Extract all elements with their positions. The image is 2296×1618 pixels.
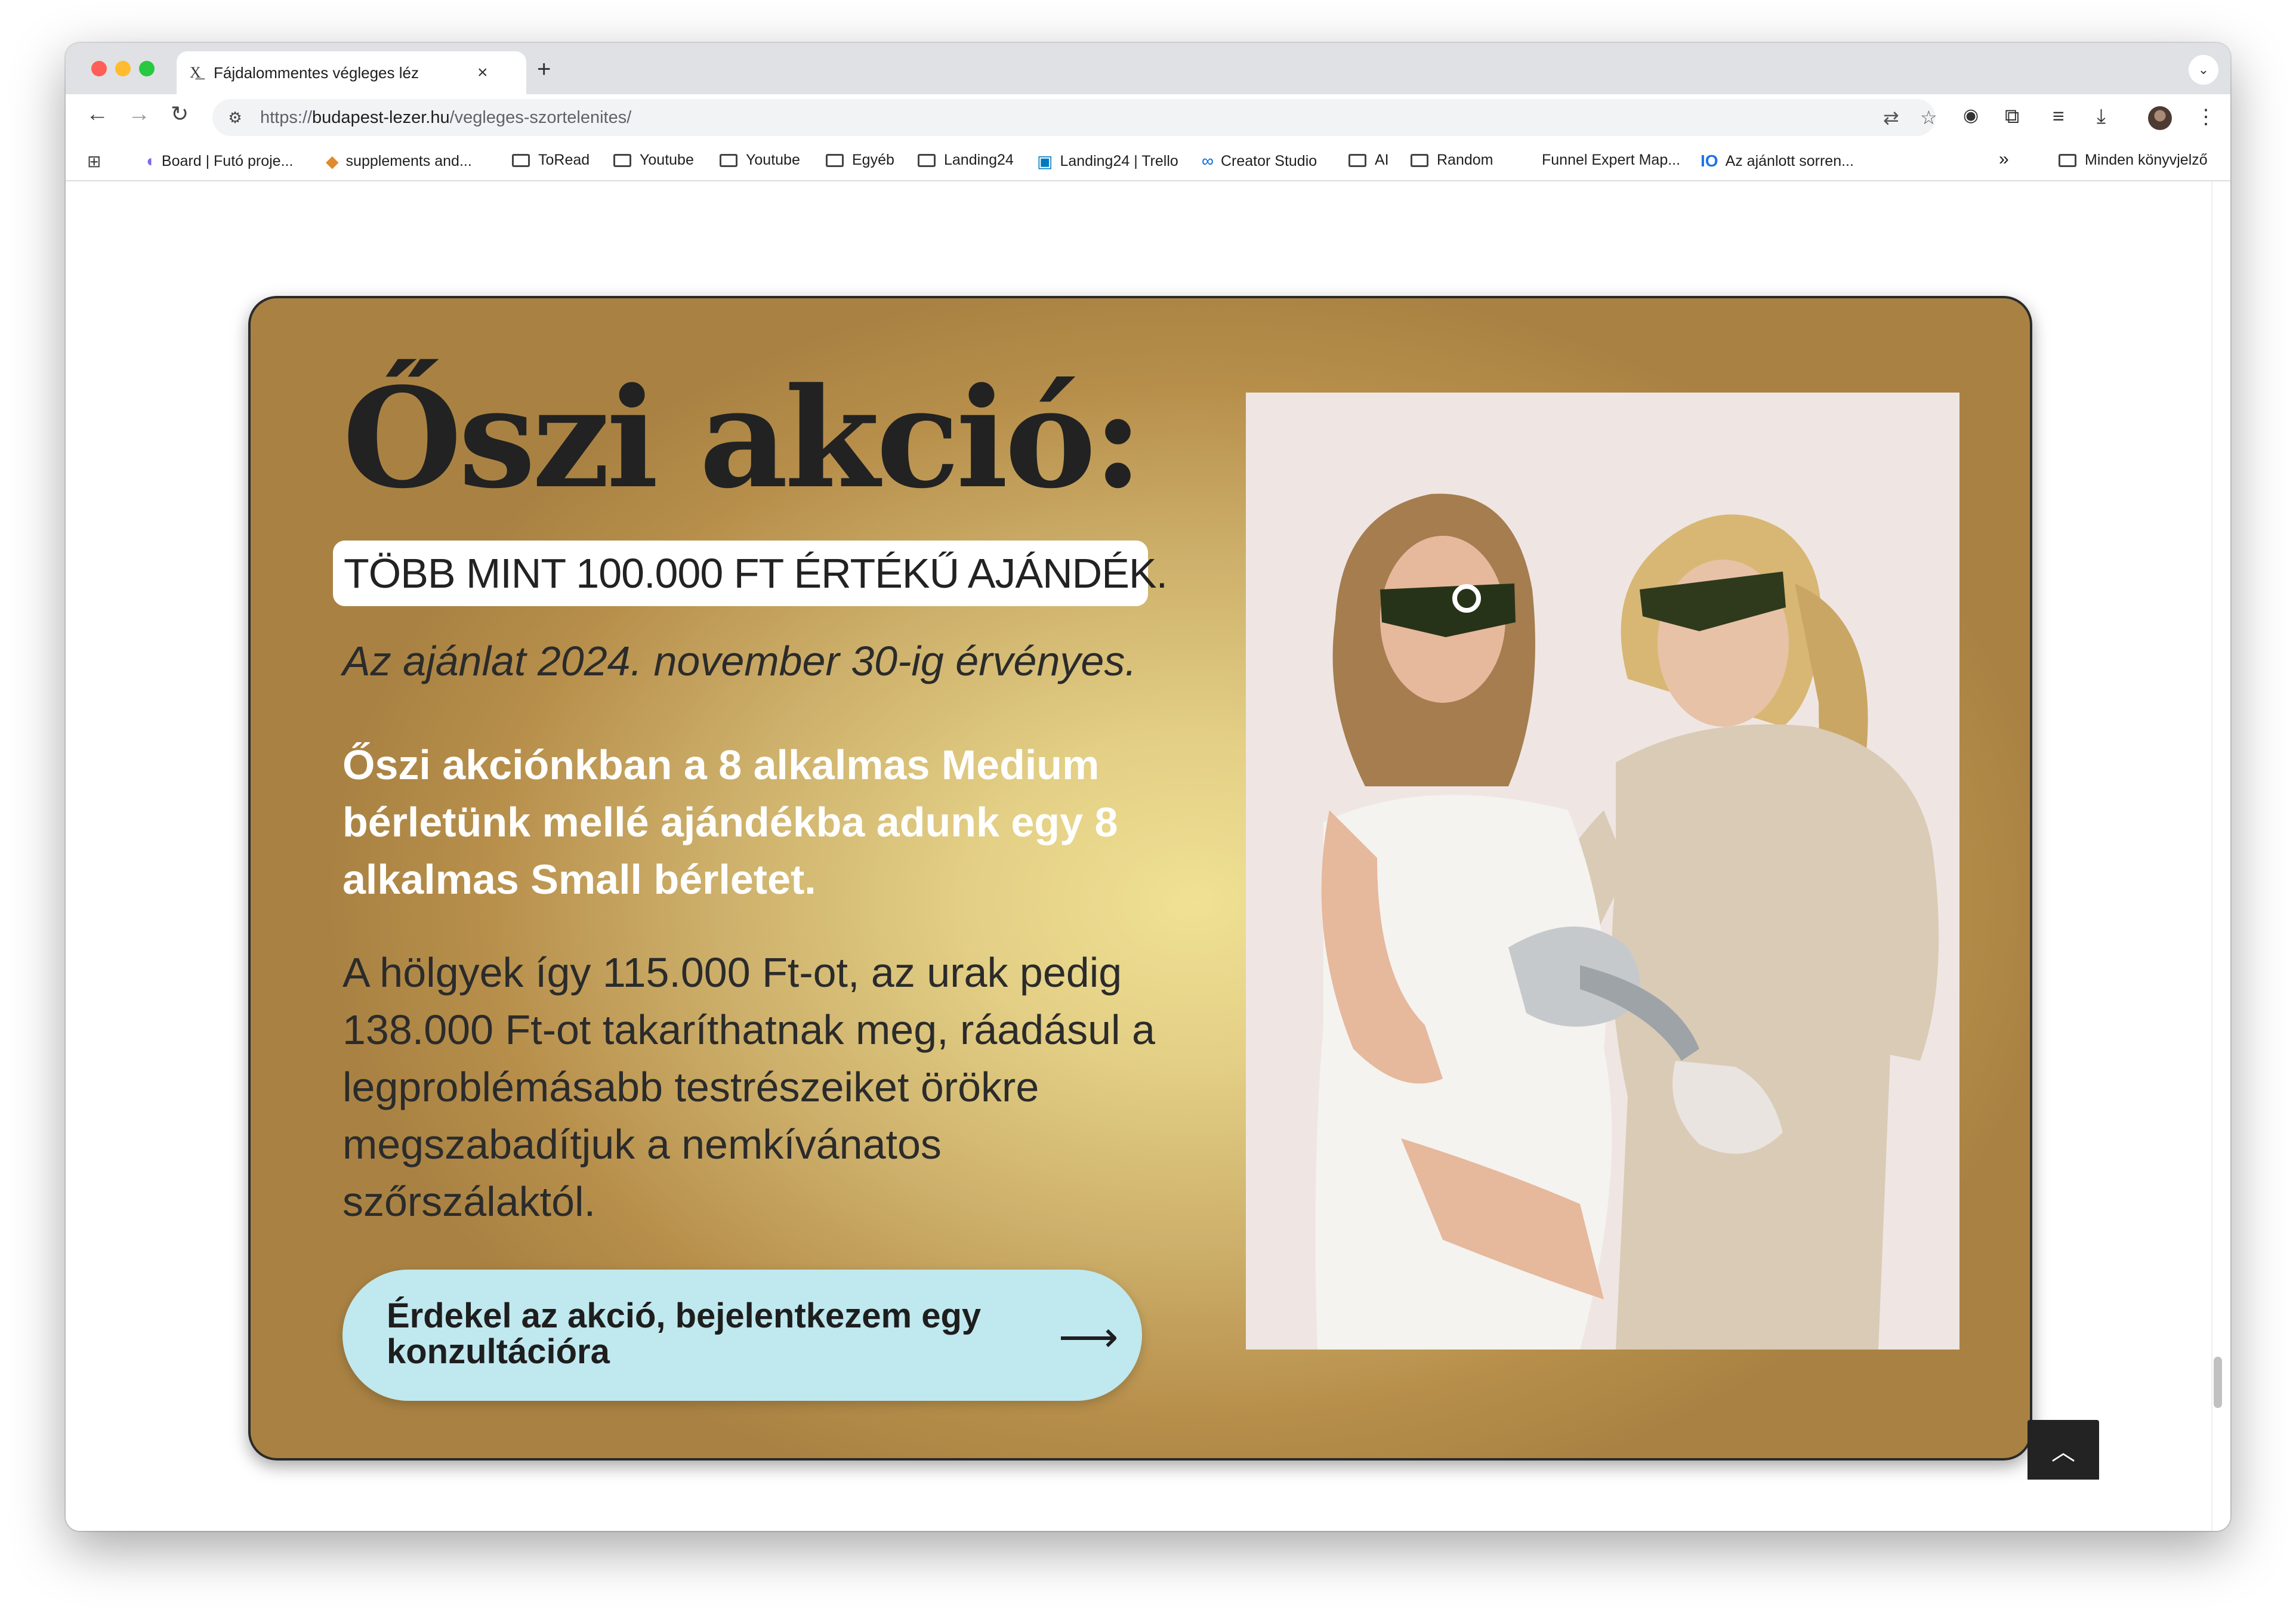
bookmark-item[interactable]: IO Az ajánlott sorren... xyxy=(1701,152,1854,171)
bookmark-item[interactable]: Landing24 xyxy=(918,152,1014,169)
chevron-down-icon: ⌄ xyxy=(2198,62,2209,77)
back-to-top-button[interactable]: ︿ xyxy=(2027,1420,2099,1480)
camera-icon[interactable]: ◉ xyxy=(1963,105,1979,126)
tab-title: Fájdalommentes végleges léz xyxy=(214,63,419,82)
folder-icon xyxy=(2059,153,2076,167)
reading-list-icon[interactable]: ≡ xyxy=(2053,105,2064,128)
bookmark-item[interactable]: ◆ supplements and... xyxy=(326,152,472,171)
avatar[interactable] xyxy=(2148,106,2172,130)
bookmark-item[interactable]: ToRead xyxy=(512,152,590,169)
bookmark-item[interactable]: AI xyxy=(1348,152,1389,169)
all-bookmarks[interactable]: Minden könyvjelző xyxy=(2059,152,2208,169)
savings-description: A hölgyek így 115.000 Ft-ot, az urak ped… xyxy=(342,949,1155,1225)
star-icon[interactable]: ☆ xyxy=(1920,106,1937,129)
tab-bar: X͟ Fájdalommentes végleges léz × + ⌄ xyxy=(66,43,2230,94)
offer-validity: Az ajánlat 2024. november 30-ig érvényes… xyxy=(342,638,1137,684)
back-button[interactable]: ← xyxy=(86,101,109,127)
offer-description: Őszi akciónkban a 8 alkalmas Medium bérl… xyxy=(342,742,1118,903)
folder-icon xyxy=(1348,153,1366,167)
trello-icon: ▣ xyxy=(1037,152,1053,171)
scrollbar-thumb[interactable] xyxy=(2214,1357,2222,1408)
treatment-photo xyxy=(1246,393,1959,1350)
address-bar[interactable]: ⚙ https://budapest-lezer.hu/vegleges-szo… xyxy=(212,99,1937,136)
folder-icon xyxy=(613,153,631,167)
folder-icon xyxy=(720,153,737,167)
bookmark-item[interactable]: Funnel Expert Map... xyxy=(1542,152,1680,169)
cta-label: Érdekel az akció, bejelentkezem egy konz… xyxy=(387,1296,982,1371)
folder-icon xyxy=(1411,153,1428,167)
browser-toolbar: ← → ↻ ⚙ https://budapest-lezer.hu/vegleg… xyxy=(66,94,2230,140)
bookmark-item[interactable]: ▣ Landing24 | Trello xyxy=(1037,152,1178,171)
bookmark-item[interactable]: Random xyxy=(1411,152,1493,169)
reload-button[interactable]: ↻ xyxy=(171,101,189,126)
arrow-right-icon: ⟶ xyxy=(1058,1314,1119,1360)
gift-badge: TÖBB MINT 100.000 FT ÉRTÉKŰ AJÁNDÉK. xyxy=(333,541,1168,606)
pill-icon: ◆ xyxy=(326,152,339,171)
folder-icon xyxy=(826,153,844,167)
forward-button[interactable]: → xyxy=(128,101,150,127)
bookmark-item[interactable]: Youtube xyxy=(613,152,694,169)
folder-icon xyxy=(918,153,936,167)
active-tab[interactable]: X͟ Fájdalommentes végleges léz × xyxy=(177,51,526,94)
bookmark-item[interactable]: Youtube xyxy=(720,152,800,169)
bookmarks-bar: ⊞ ◖ Board | Futó proje... ◆ supplements an… xyxy=(66,140,2230,181)
bookmarks-overflow-button[interactable]: » xyxy=(1999,149,2009,169)
clickup-icon: ◖ xyxy=(144,152,155,170)
browser-window: X͟ Fájdalommentes végleges léz × + ⌄ ← →… xyxy=(66,43,2230,1531)
menu-icon[interactable]: ⋮ xyxy=(2196,105,2216,129)
bookmark-item[interactable]: ∞ Creator Studio xyxy=(1202,152,1317,171)
site-info-icon[interactable]: ⚙ xyxy=(223,106,247,129)
gift-text: TÖBB MINT 100.000 FT ÉRTÉKŰ AJÁNDÉK. xyxy=(344,550,1168,597)
url-text: https://budapest-lezer.hu/vegleges-szort… xyxy=(260,107,632,127)
web-page: Őszi akció: TÖBB MINT 100.000 FT ÉRTÉKŰ … xyxy=(66,181,2230,1531)
bookmark-item[interactable]: ◖ Board | Futó proje... xyxy=(144,152,293,171)
site-favicon-icon: X͟ xyxy=(190,64,201,82)
download-icon[interactable]: ⤓ xyxy=(2097,105,2106,128)
scroll-track xyxy=(2211,181,2212,1531)
translate-icon[interactable]: ⇄ xyxy=(1883,106,1899,129)
autumn-promo-card: Őszi akció: TÖBB MINT 100.000 FT ÉRTÉKŰ … xyxy=(248,296,2032,1460)
maximize-window-button[interactable] xyxy=(139,61,155,76)
apps-icon[interactable]: ⊞ xyxy=(87,152,108,171)
tab-search-button[interactable]: ⌄ xyxy=(2189,55,2218,85)
promo-headline: Őszi akció: xyxy=(342,358,1143,519)
meta-icon: ∞ xyxy=(1202,152,1214,170)
folder-icon xyxy=(512,153,530,167)
tab-close-icon[interactable]: × xyxy=(477,63,488,83)
close-window-button[interactable] xyxy=(91,61,107,76)
bookmark-item[interactable]: Egyéb xyxy=(826,152,894,169)
new-tab-button[interactable]: + xyxy=(537,56,551,83)
chevron-up-icon: ︿ xyxy=(2051,1439,2075,1465)
extensions-icon[interactable]: ⧉ xyxy=(2005,105,2019,128)
consultation-cta-button[interactable]: Érdekel az akció, bejelentkezem egy konz… xyxy=(342,1270,1142,1401)
io-icon: IO xyxy=(1701,152,1718,170)
minimize-window-button[interactable] xyxy=(115,61,131,76)
